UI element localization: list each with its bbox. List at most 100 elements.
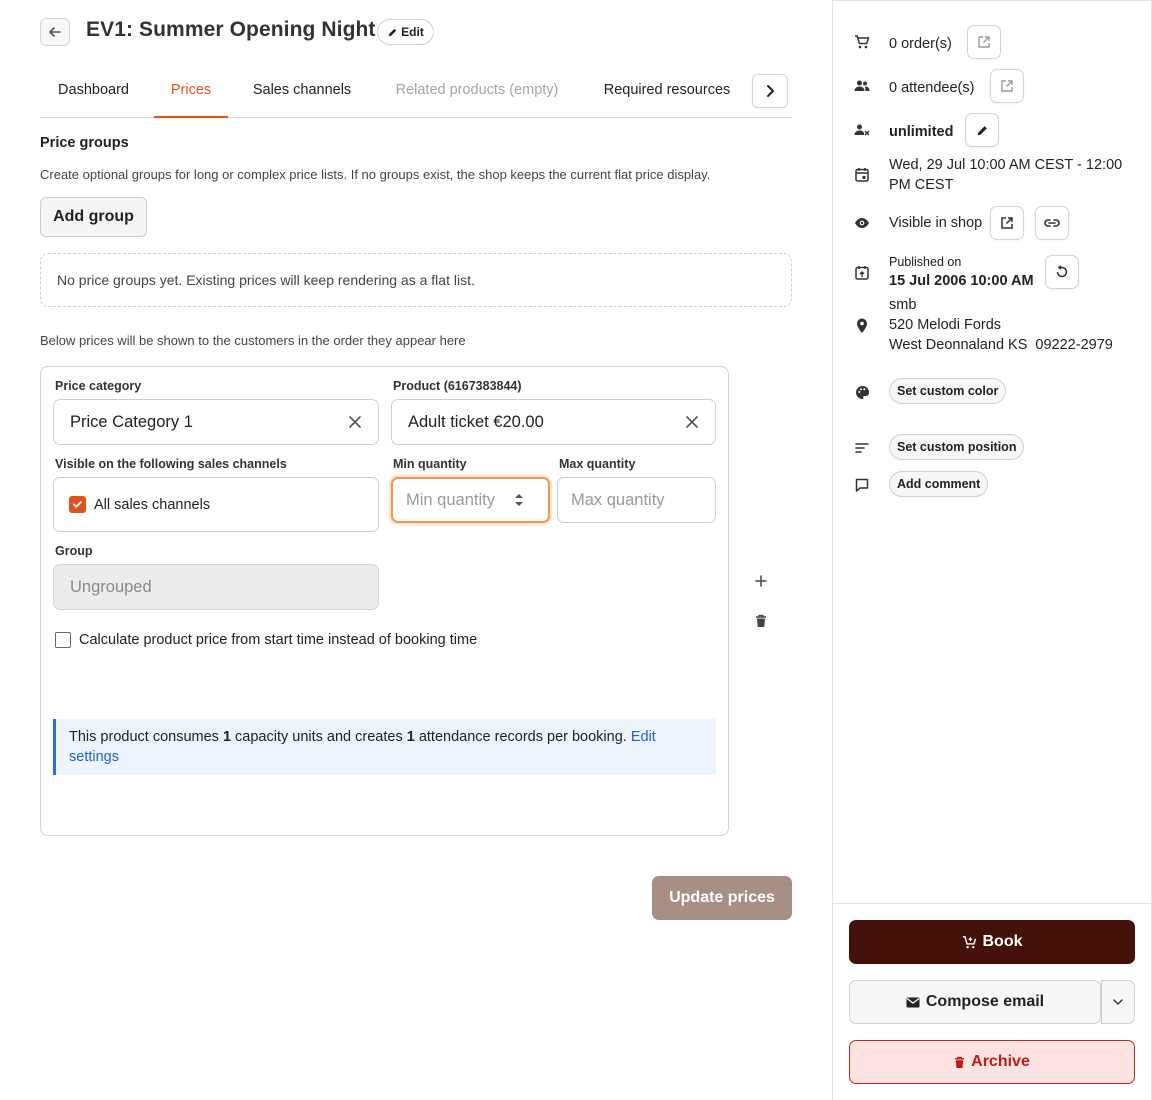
published-label: Published on [889,255,962,269]
attendees-count: 0 attendee(s) [889,80,975,96]
comment-row [853,476,871,494]
comment-icon [853,476,871,494]
group-label: Group [55,544,93,558]
tab-bar: Dashboard Prices Sales channels Related … [40,64,792,118]
open-orders-button[interactable] [967,25,1001,59]
product-value: Adult ticket €20.00 [408,412,544,431]
page-title: EV1: Summer Opening Night [86,18,376,41]
back-button[interactable] [40,18,70,46]
max-quantity-label: Max quantity [559,457,636,471]
pencil-icon [977,125,987,135]
compose-email-button[interactable]: Compose email [849,980,1101,1024]
capacity-value: unlimited [889,124,954,140]
info-text-middle: capacity units and creates [231,729,407,745]
orders-row [853,33,871,51]
eye-icon [853,214,871,232]
cart-add-icon [962,935,976,948]
tabs-scroll-right-button[interactable] [752,74,788,108]
price-groups-title: Price groups [40,135,129,151]
envelope-icon [906,997,920,1007]
start-time-checkbox[interactable] [55,632,71,648]
sort-lines-icon [853,439,871,457]
set-custom-color-button[interactable]: Set custom color [889,378,1007,404]
add-price-row-button[interactable] [751,571,771,591]
group-select-disabled: Ungrouped [53,564,379,610]
chevron-down-icon [1113,999,1123,1005]
published-row [853,263,871,281]
edit-capacity-button[interactable] [965,113,999,147]
capacity-info-box: This product consumes 1 capacity units a… [53,719,716,775]
product-select[interactable]: Adult ticket €20.00 [391,399,716,445]
event-date-range: Wed, 29 Jul 10:00 AM CEST - 12:00 PM CES… [889,157,1123,193]
trash-icon [756,614,766,627]
refresh-icon [1056,265,1068,278]
all-sales-channels-field: All sales channels [53,477,379,532]
min-quantity-input[interactable]: Min quantity [391,477,550,523]
trash-icon [955,1056,965,1068]
info-text-prefix: This product consumes [69,729,223,745]
delete-price-row-button[interactable] [751,611,771,631]
price-category-select[interactable]: Price Category 1 [53,399,379,445]
compose-email-label: Compose email [925,993,1045,1010]
stepper-icon[interactable] [514,492,524,508]
edit-label: Edit [401,25,424,39]
tab-prices[interactable]: Prices [154,64,228,118]
calendar-publish-icon [853,263,871,281]
tab-dashboard[interactable]: Dashboard [40,64,147,118]
add-group-button[interactable]: Add group [40,197,147,237]
palette-icon [853,383,871,401]
custom-position-row [853,439,871,457]
all-sales-channels-label: All sales channels [94,496,211,513]
book-button[interactable]: Book [849,920,1135,964]
chevron-right-icon [767,85,774,97]
start-time-label: Calculate product price from start time … [79,632,478,648]
group-value: Ungrouped [70,577,152,596]
attendees-row [853,77,871,95]
price-category-value: Price Category 1 [70,412,193,431]
orders-count: 0 order(s) [889,36,952,52]
tab-related-products[interactable]: Related products (empty) [377,64,577,118]
min-quantity-placeholder: Min quantity [406,490,495,509]
plus-icon [755,575,767,587]
person-limit-icon [853,121,871,139]
external-link-icon [978,36,990,48]
info-capacity-units: 1 [222,729,232,745]
republish-button[interactable] [1045,255,1079,289]
email-options-dropdown[interactable] [1101,980,1135,1024]
copy-link-button[interactable] [1035,206,1069,240]
published-date: 15 Jul 2006 10:00 AM [889,273,1034,289]
archive-button[interactable]: Archive [849,1040,1135,1084]
tab-required-resources[interactable]: Required resources [587,64,747,118]
set-custom-position-button[interactable]: Set custom position [889,434,1025,460]
external-link-icon [1001,217,1013,229]
location-row [853,317,871,335]
clear-icon[interactable] [348,415,362,429]
clear-icon[interactable] [685,415,699,429]
price-groups-description: Create optional groups for long or compl… [40,167,711,182]
price-row-card: Price category Price Category 1 Product … [40,366,729,836]
sidebar-actions: Book Compose email Archive [833,903,1151,1100]
checkmark-icon [73,501,82,508]
open-in-shop-button[interactable] [990,206,1024,240]
update-prices-button[interactable]: Update prices [652,876,792,920]
archive-label: Archive [971,1053,1030,1070]
info-text-suffix: attendance records per booking. [414,729,631,745]
max-quantity-input[interactable]: Max quantity [557,477,716,523]
arrow-left-icon [49,27,61,37]
all-sales-channels-checkbox[interactable] [69,496,86,513]
book-label: Book [982,933,1023,950]
open-attendees-button[interactable] [990,69,1024,103]
visibility-status: Visible in shop [889,215,983,231]
max-quantity-placeholder: Max quantity [571,490,665,509]
tab-sales-channels[interactable]: Sales channels [238,64,366,118]
location-street: 520 Melodi Fords [889,317,1002,333]
product-label: Product (6167383844) [393,379,522,393]
people-icon [853,77,871,95]
add-comment-button[interactable]: Add comment [889,471,989,497]
external-link-icon [1001,80,1013,92]
min-quantity-label: Min quantity [393,457,467,471]
sales-channels-label: Visible on the following sales channels [55,457,287,471]
edit-title-button[interactable]: Edit [377,19,434,45]
date-row [853,165,871,183]
location-name: smb [889,297,917,313]
